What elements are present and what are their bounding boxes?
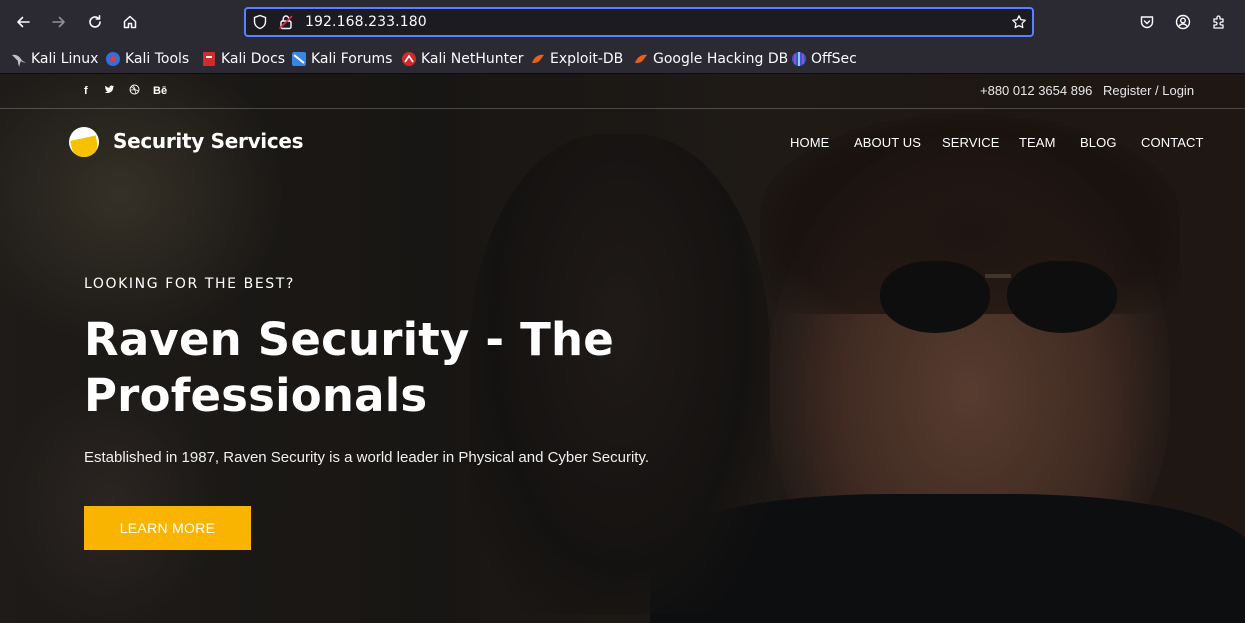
- nav-service[interactable]: SERVICE: [942, 135, 1000, 150]
- kali-dragon-icon: [11, 51, 27, 67]
- back-arrow-icon: [17, 16, 30, 28]
- offsec-icon: [791, 51, 807, 67]
- kali-docs-icon: [201, 51, 217, 67]
- nav-contact[interactable]: CONTACT: [1141, 135, 1204, 150]
- register-login-link[interactable]: Register / Login: [1103, 83, 1194, 98]
- bookmark-google-hacking-db[interactable]: Google Hacking DB: [633, 48, 788, 70]
- forward-button[interactable]: [43, 6, 75, 38]
- back-button[interactable]: [7, 6, 39, 38]
- bookmark-kali-linux[interactable]: Kali Linux: [11, 48, 98, 70]
- bookmark-offsec[interactable]: OffSec: [791, 48, 857, 70]
- bookmark-label: Kali NetHunter: [421, 51, 524, 67]
- bookmark-exploit-db[interactable]: Exploit-DB: [530, 48, 623, 70]
- phone-number: +880 012 3654 896: [980, 83, 1093, 98]
- site-topbar: f Bē +880 012 3654 896 Register / Login: [0, 74, 1245, 109]
- bookmark-label: Kali Docs: [221, 51, 286, 67]
- home-icon: [123, 15, 137, 29]
- twitter-icon[interactable]: [104, 84, 115, 99]
- bookmark-kali-tools[interactable]: Kali Tools: [105, 48, 189, 70]
- pocket-button[interactable]: [1131, 6, 1163, 38]
- url-bar[interactable]: 192.168.233.180: [244, 7, 1034, 37]
- bookmark-label: Kali Linux: [31, 51, 99, 67]
- facebook-icon[interactable]: f: [84, 84, 88, 98]
- hero-headline: Raven Security - The Professionals: [84, 313, 614, 422]
- bookmark-kali-forums[interactable]: Kali Forums: [291, 48, 392, 70]
- exploit-db-icon: [530, 51, 546, 67]
- forward-arrow-icon: [52, 16, 65, 28]
- nethunter-icon: [401, 51, 417, 67]
- shield-icon[interactable]: [252, 14, 268, 30]
- hero-eyebrow: LOOKING FOR THE BEST?: [84, 276, 295, 292]
- bookmarks-toolbar: Kali Linux Kali Tools Kali Docs Kali For…: [0, 44, 1245, 74]
- puzzle-extensions-icon: [1213, 15, 1224, 29]
- insecure-lock-icon[interactable]: [278, 14, 294, 30]
- bookmark-label: Kali Forums: [311, 51, 393, 67]
- bookmark-kali-nethunter[interactable]: Kali NetHunter: [401, 48, 523, 70]
- logo-icon[interactable]: [69, 127, 99, 157]
- kali-tools-icon: [105, 51, 121, 67]
- pocket-icon: [1140, 16, 1154, 29]
- nav-blog[interactable]: BLOG: [1080, 135, 1117, 150]
- bookmark-label: OffSec: [811, 51, 857, 67]
- reload-icon: [89, 15, 101, 28]
- bookmark-star-icon[interactable]: [1011, 14, 1027, 30]
- bookmark-kali-docs[interactable]: Kali Docs: [201, 48, 285, 70]
- reload-button[interactable]: [79, 6, 111, 38]
- brand-name[interactable]: Security Services: [113, 129, 304, 153]
- nav-team[interactable]: TEAM: [1019, 135, 1056, 150]
- account-button[interactable]: [1167, 6, 1199, 38]
- hero-lead: Established in 1987, Raven Security is a…: [84, 449, 650, 466]
- kali-forums-icon: [291, 51, 307, 67]
- bookmark-label: Exploit-DB: [550, 51, 624, 67]
- learn-more-button[interactable]: LEARN MORE: [84, 506, 251, 550]
- browser-toolbar: 192.168.233.180: [0, 0, 1245, 44]
- bookmark-label: Kali Tools: [125, 51, 190, 67]
- nav-about-us[interactable]: ABOUT US: [854, 135, 921, 150]
- extensions-button[interactable]: [1203, 6, 1235, 38]
- web-page: f Bē +880 012 3654 896 Register / Login …: [0, 74, 1245, 623]
- dribbble-icon[interactable]: [129, 84, 140, 99]
- bookmark-label: Google Hacking DB: [653, 51, 789, 67]
- url-text[interactable]: 192.168.233.180: [305, 14, 427, 30]
- home-button[interactable]: [114, 6, 146, 38]
- nav-home[interactable]: HOME: [790, 135, 829, 150]
- ghdb-icon: [633, 51, 649, 67]
- behance-icon[interactable]: Bē: [153, 84, 167, 98]
- account-icon: [1175, 14, 1191, 30]
